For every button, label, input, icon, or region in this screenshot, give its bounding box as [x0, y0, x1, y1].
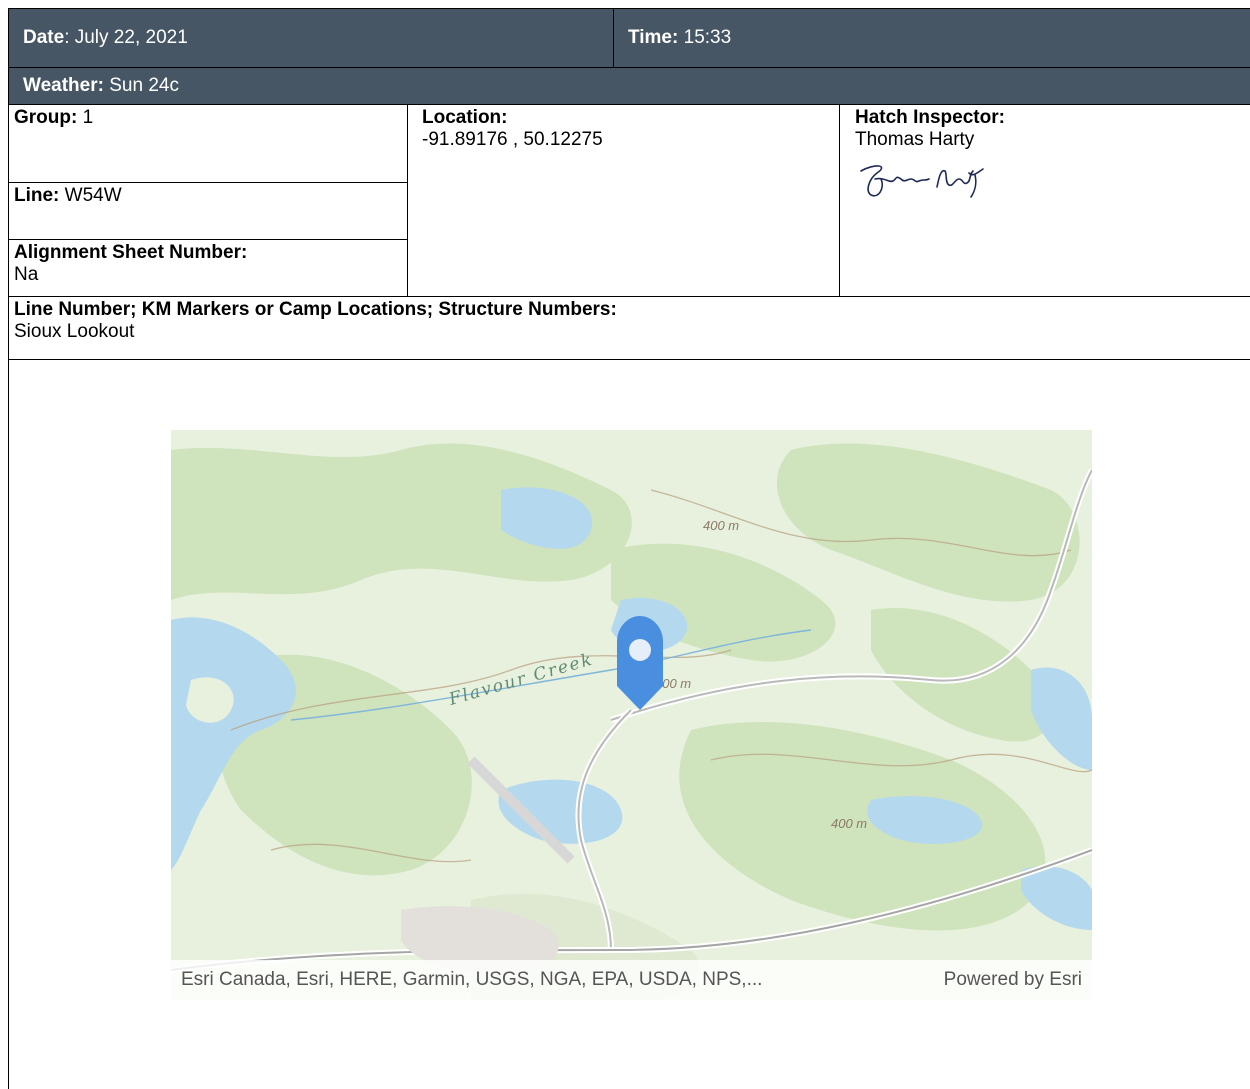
time-cell: Time: 15:33	[613, 9, 1250, 67]
group-cell: Group: 1	[9, 105, 407, 183]
inspector-label: Hatch Inspector:	[855, 107, 1005, 128]
location-label: Location:	[422, 107, 508, 128]
header-row-weather: Weather: Sun 24c	[9, 67, 1250, 105]
map-attribution-bar: Esri Canada, Esri, HERE, Garmin, USGS, N…	[171, 960, 1092, 1000]
line-number-label: Line Number; KM Markers or Camp Location…	[14, 299, 617, 320]
signature-image	[860, 165, 984, 198]
location-value: -91.89176 , 50.12275	[422, 129, 603, 150]
location-map: Flavour Creek 400 m 400 m 400 m Esri Can…	[171, 430, 1092, 1000]
line-label: Line:	[14, 185, 60, 206]
alignment-label: Alignment Sheet Number:	[14, 242, 248, 263]
map-attribution: Esri Canada, Esri, HERE, Garmin, USGS, N…	[181, 969, 763, 990]
map-graphic: Flavour Creek 400 m 400 m 400 m	[171, 430, 1092, 1000]
inspection-report: Date: July 22, 2021 Time: 15:33 Weather:…	[8, 8, 1250, 1089]
inspector-cell: Hatch Inspector: Thomas Harty	[839, 105, 1250, 297]
group-value: 1	[77, 107, 94, 128]
date-cell: Date: July 22, 2021	[9, 9, 613, 67]
header-row-date-time: Date: July 22, 2021 Time: 15:33	[9, 8, 1250, 68]
time-label: Time:	[628, 27, 679, 48]
line-value: W54W	[59, 185, 122, 206]
weather-value: Sun 24c	[103, 75, 179, 96]
time-value: 15:33	[678, 27, 732, 48]
weather-cell: Weather: Sun 24c	[9, 68, 1250, 104]
line-cell: Line: W54W	[9, 183, 407, 240]
alignment-value: Na	[14, 264, 39, 285]
line-number-cell: Line Number; KM Markers or Camp Location…	[9, 297, 1250, 360]
elevation-label-3: 400 m	[831, 816, 867, 831]
powered-by-esri: Powered by Esri	[943, 969, 1082, 990]
date-label: Date	[23, 27, 65, 48]
alignment-cell: Alignment Sheet Number: Na	[9, 240, 407, 297]
group-label: Group:	[14, 107, 78, 128]
elevation-label-1: 400 m	[703, 518, 739, 533]
line-number-value: Sioux Lookout	[14, 321, 135, 342]
inspector-value: Thomas Harty	[855, 129, 975, 150]
date-value: : July 22, 2021	[64, 27, 188, 48]
location-cell: Location: -91.89176 , 50.12275	[407, 105, 839, 297]
weather-label: Weather:	[23, 75, 104, 96]
